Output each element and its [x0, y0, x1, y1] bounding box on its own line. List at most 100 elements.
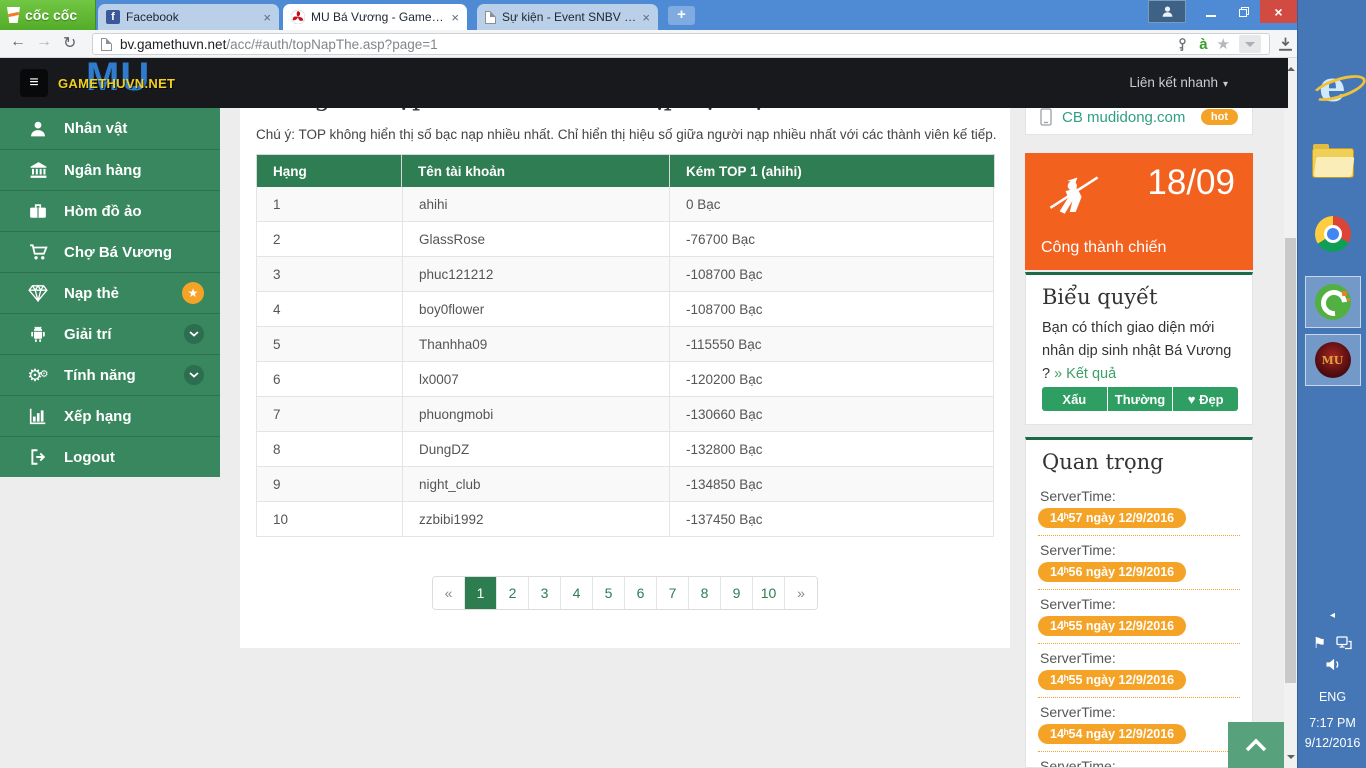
- cell-rank: 10: [257, 512, 402, 527]
- quick-link-row[interactable]: CB mudidong.com hot: [1026, 108, 1252, 126]
- taskbar-internet-explorer-icon[interactable]: e: [1298, 62, 1366, 111]
- pagination-page[interactable]: 2: [497, 577, 529, 609]
- taskbar-file-explorer-icon[interactable]: [1298, 148, 1366, 178]
- scroll-up-arrow-icon[interactable]: [1287, 63, 1295, 71]
- servertime-badge: 14ʰ57 ngày 12/9/2016: [1038, 508, 1186, 528]
- address-bar[interactable]: bv.gamethuvn.net/acc/#auth/topNapThe.asp…: [92, 33, 1270, 55]
- table-row: 2 GlassRose -76700 Bạc: [256, 222, 994, 257]
- cell-diff: -108700 Bạc: [670, 302, 993, 317]
- tab-title: Facebook: [126, 10, 257, 24]
- mu-site-icon: [291, 10, 305, 24]
- browser-window: cốc cốc f Facebook × MU Bá Vương - Gamet…: [0, 0, 1297, 768]
- pagination-page[interactable]: 7: [657, 577, 689, 609]
- servertime-label: ServerTime:: [1038, 488, 1240, 504]
- servertime-label: ServerTime:: [1038, 758, 1240, 768]
- down-arrow-icon: [1245, 42, 1255, 52]
- action-center-flag-icon[interactable]: ⚑: [1313, 634, 1326, 652]
- chevron-down-icon: [184, 365, 204, 385]
- pagination-page[interactable]: 5: [593, 577, 625, 609]
- scroll-down-arrow-icon[interactable]: [1287, 755, 1295, 763]
- new-tab-button[interactable]: +: [668, 6, 695, 25]
- pagination-page[interactable]: 6: [625, 577, 657, 609]
- page-scrollbar[interactable]: [1284, 58, 1297, 768]
- col-header-diff: Kém TOP 1 (ahihi): [670, 155, 995, 188]
- sidebar-item-hom-do-ao[interactable]: Hòm đồ ảo: [0, 190, 220, 231]
- pagination-page[interactable]: 1: [465, 577, 497, 609]
- clock-time[interactable]: 7:17 PM: [1298, 716, 1366, 730]
- pagination-page[interactable]: «: [433, 577, 465, 609]
- sidebar-item-nap-the[interactable]: Nạp thẻ ★: [0, 272, 220, 313]
- bookmark-star-icon[interactable]: ★: [1217, 35, 1230, 53]
- sidebar-nav: Nhân vật Ngân hàng Hòm đồ ảo Chợ Bá Vươn…: [0, 108, 220, 477]
- tab-close-icon[interactable]: ×: [263, 11, 271, 24]
- vote-button[interactable]: Thường: [1108, 387, 1173, 411]
- volume-icon[interactable]: [1298, 658, 1366, 671]
- taskbar-status-icons[interactable]: ⚑: [1298, 634, 1366, 652]
- taskbar-coccoc-icon[interactable]: [1298, 276, 1366, 328]
- sidebar-item-ngan-hang[interactable]: Ngân hàng: [0, 149, 220, 190]
- reload-button[interactable]: ↻: [63, 33, 76, 53]
- taskbar-chrome-icon[interactable]: [1298, 216, 1366, 252]
- profile-button[interactable]: [1148, 0, 1186, 23]
- restore-icon: [1238, 6, 1250, 18]
- tab-mu-ba-vuong[interactable]: MU Bá Vương - GamethuV ×: [283, 4, 467, 30]
- scrollbar-thumb[interactable]: [1285, 238, 1296, 683]
- servertime-label: ServerTime:: [1038, 704, 1240, 720]
- pagination-page[interactable]: 4: [561, 577, 593, 609]
- site-header: ≡ MU GAMETHUVN.NET Liên kết nhanh▾: [0, 58, 1288, 108]
- browser-titlebar: cốc cốc f Facebook × MU Bá Vương - Gamet…: [0, 0, 1297, 30]
- servertime-label: ServerTime:: [1038, 542, 1240, 558]
- table-row: 10 zzbibi1992 -137450 Bạc: [256, 502, 994, 537]
- pagination-page[interactable]: 8: [689, 577, 721, 609]
- site-logo[interactable]: MU GAMETHUVN.NET: [58, 58, 198, 108]
- language-indicator[interactable]: ENG: [1298, 690, 1366, 704]
- tab-facebook[interactable]: f Facebook ×: [98, 4, 279, 30]
- result-link[interactable]: » Kết quả: [1054, 366, 1116, 382]
- tab-close-icon[interactable]: ×: [451, 11, 459, 24]
- servertime-badge: 14ʰ54 ngày 12/9/2016: [1038, 724, 1186, 744]
- sidebar-item-cho-ba-vuong[interactable]: Chợ Bá Vương: [0, 231, 220, 272]
- gears-icon: ⚙⚙: [26, 367, 50, 384]
- network-icon[interactable]: [1336, 636, 1352, 650]
- back-to-top-button[interactable]: [1228, 722, 1284, 768]
- cell-account: DungDZ: [402, 432, 670, 466]
- minimize-button[interactable]: [1194, 0, 1227, 23]
- vote-button[interactable]: Xấu: [1042, 387, 1107, 411]
- quick-links-menu[interactable]: Liên kết nhanh▾: [1129, 75, 1228, 90]
- tab-su-kien[interactable]: Sự kiện - Event SNBV của t ×: [477, 4, 658, 30]
- taskbar-hidden-icons-arrow[interactable]: ◂: [1298, 610, 1366, 621]
- taskbar-mu-game-icon[interactable]: MU: [1298, 334, 1366, 386]
- restore-button[interactable]: [1227, 0, 1260, 23]
- star-badge: ★: [182, 282, 204, 304]
- quick-link-text[interactable]: CB mudidong.com: [1062, 109, 1191, 126]
- pagination-page[interactable]: 10: [753, 577, 785, 609]
- warrior-icon: [1047, 169, 1101, 223]
- sidebar-item-nhan-vat[interactable]: Nhân vật: [0, 108, 220, 149]
- menu-toggle-button[interactable]: ≡: [20, 69, 48, 97]
- cell-account: phuongmobi: [402, 397, 670, 431]
- download-dropdown-button[interactable]: [1239, 35, 1261, 53]
- close-button[interactable]: ×: [1260, 0, 1297, 23]
- sidebar-item-giai-tri[interactable]: Giải trí: [0, 313, 220, 354]
- pagination-page[interactable]: 3: [529, 577, 561, 609]
- pagination-page[interactable]: 9: [721, 577, 753, 609]
- sidebar-item-tinh-nang[interactable]: ⚙⚙ Tính năng: [0, 354, 220, 395]
- clock-date[interactable]: 9/12/2016: [1298, 736, 1366, 750]
- vote-button[interactable]: ♥ Đẹp: [1173, 387, 1238, 411]
- sidebar-item-xep-hang[interactable]: Xếp hạng: [0, 395, 220, 436]
- pagination-page[interactable]: »: [785, 577, 817, 609]
- servertime-list: ServerTime: 14ʰ57 ngày 12/9/2016 ServerT…: [1026, 482, 1252, 768]
- forward-button[interactable]: →: [36, 33, 52, 51]
- bar-chart-icon: [26, 407, 50, 425]
- back-button[interactable]: ←: [10, 33, 26, 51]
- servertime-badge: 14ʰ56 ngày 12/9/2016: [1038, 562, 1186, 582]
- important-panel: Quan trọng ServerTime: 14ʰ57 ngày 12/9/2…: [1025, 437, 1253, 768]
- event-banner[interactable]: 18/09 Công thành chiến: [1025, 153, 1253, 270]
- key-icon[interactable]: [1175, 37, 1190, 52]
- sidebar-item-logout[interactable]: Logout: [0, 436, 220, 477]
- vietnamese-input-icon[interactable]: à: [1199, 36, 1207, 53]
- cell-diff: -134850 Bạc: [670, 477, 993, 492]
- coccoc-menu-button[interactable]: cốc cốc: [0, 0, 96, 30]
- tab-close-icon[interactable]: ×: [642, 11, 650, 24]
- downloads-icon[interactable]: [1278, 36, 1293, 52]
